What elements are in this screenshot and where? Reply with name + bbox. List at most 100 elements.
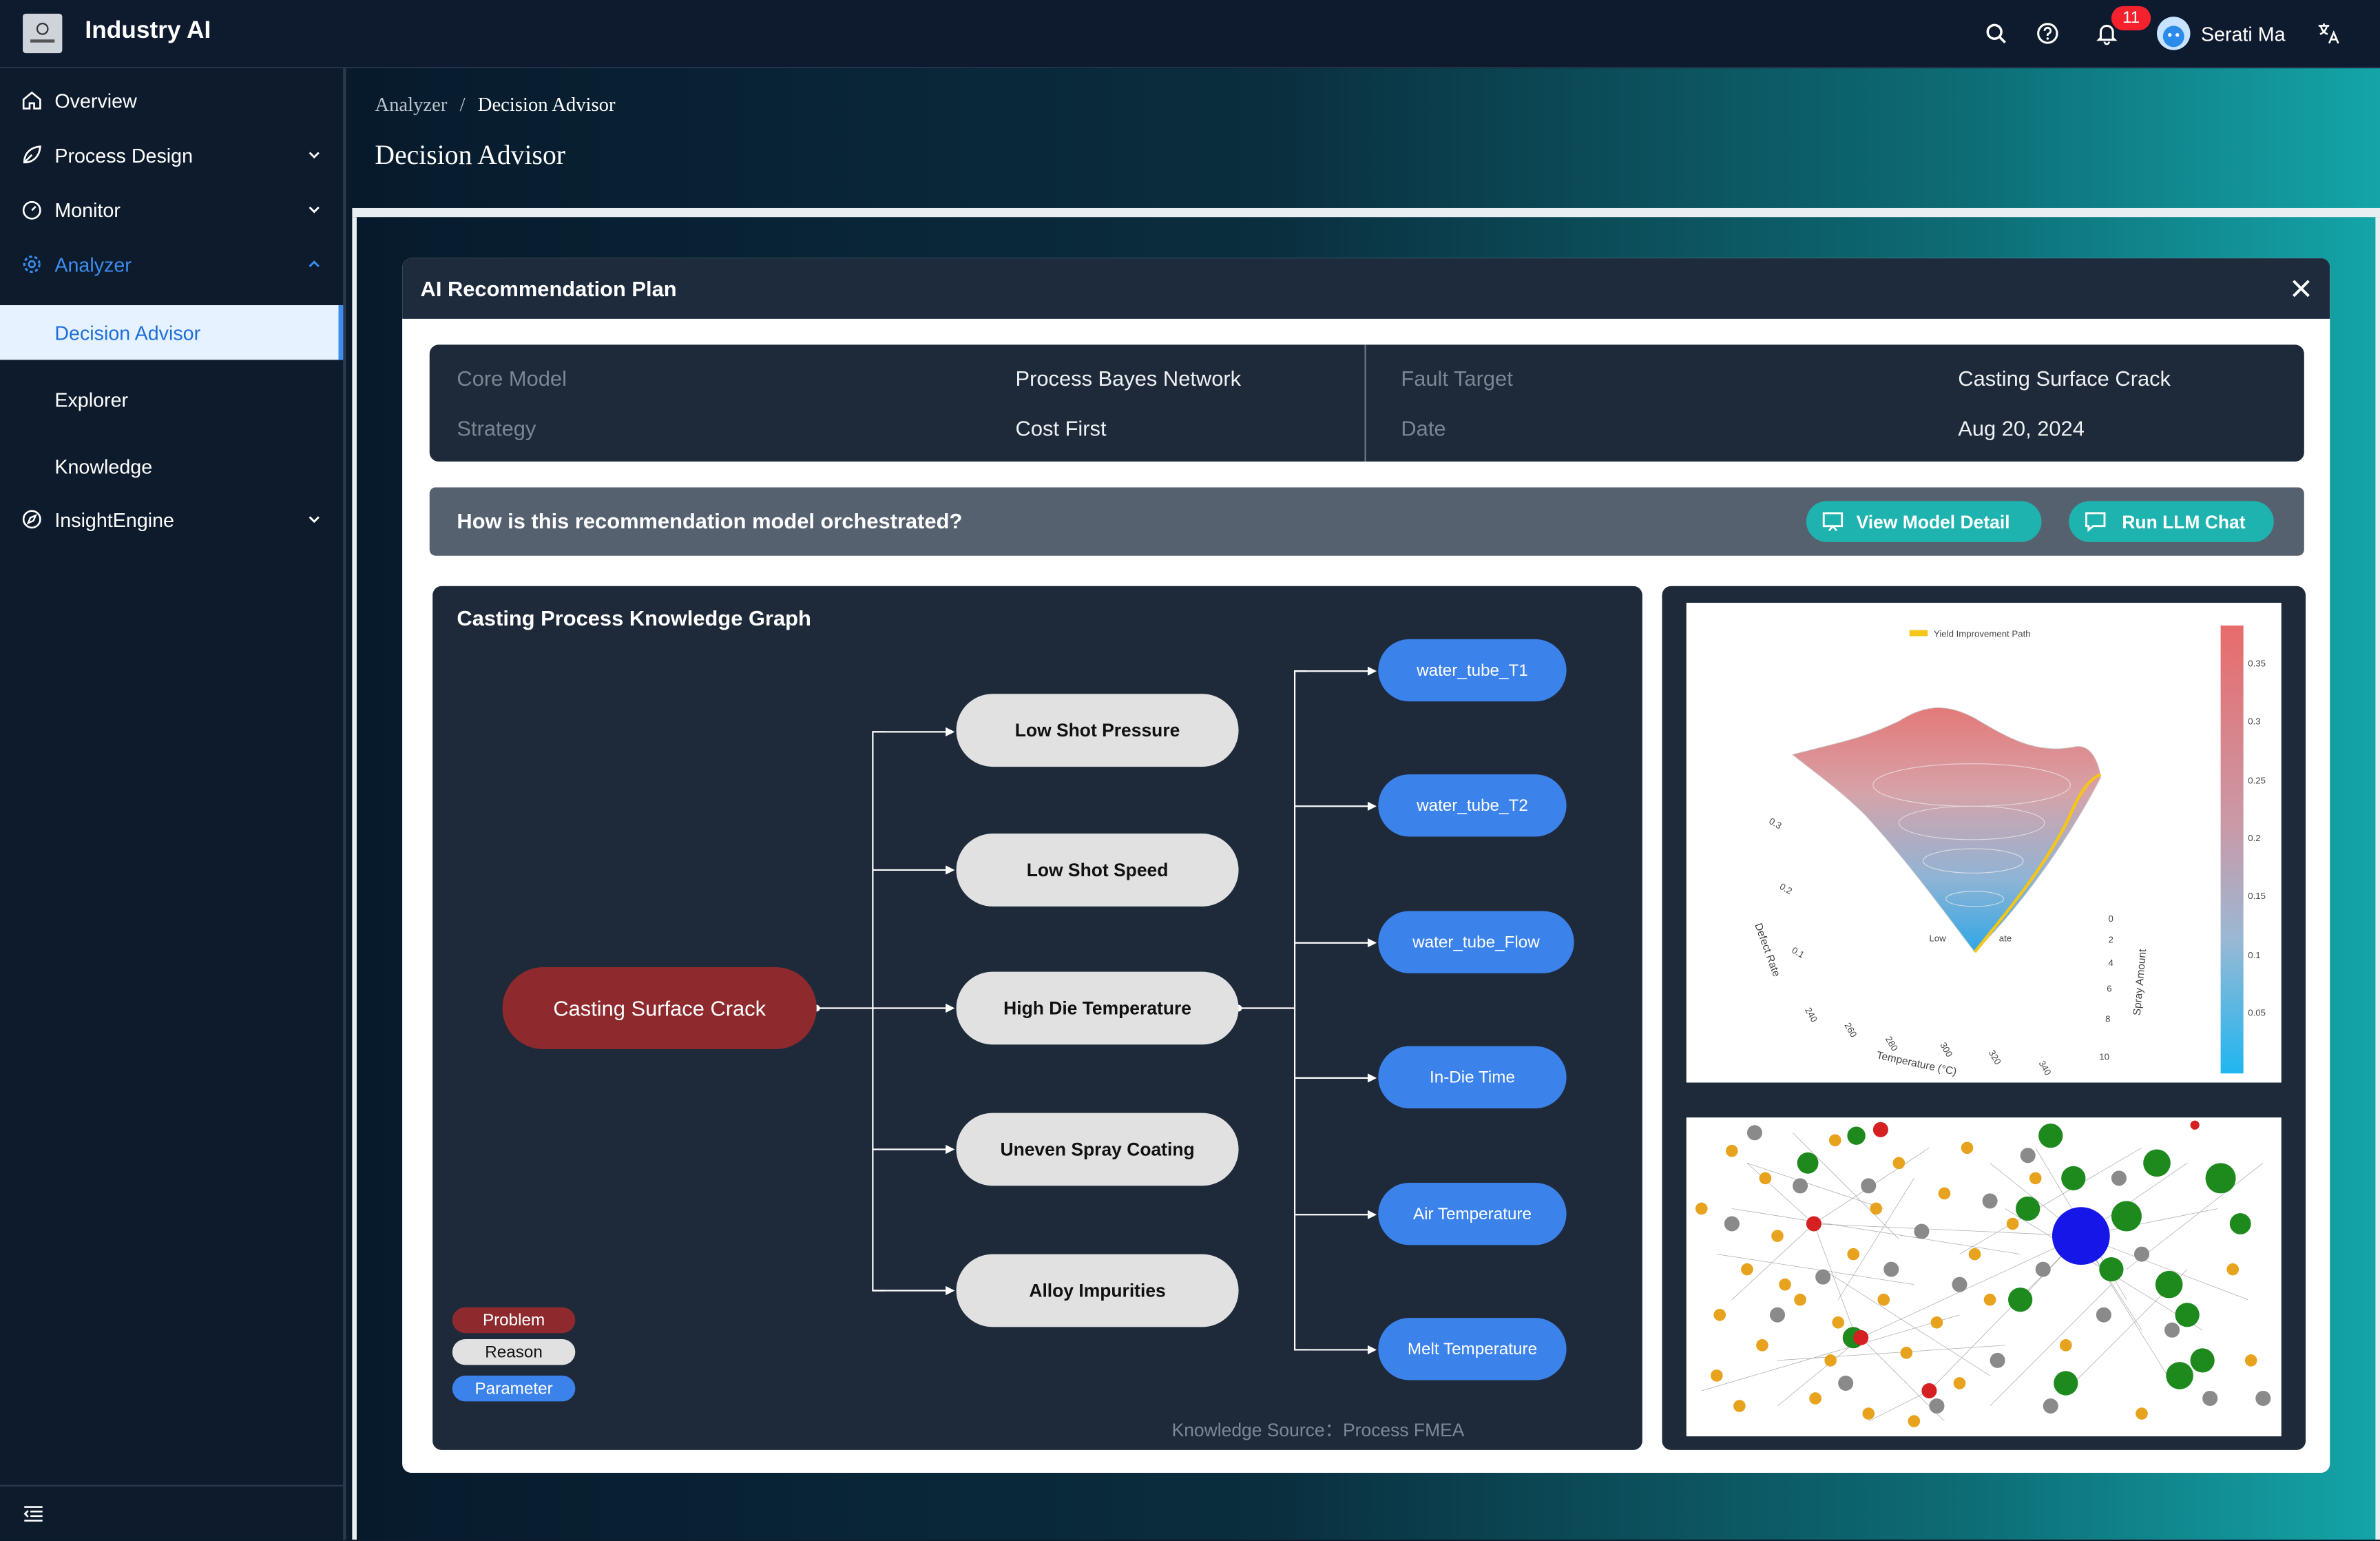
sidebar-subitem-label: Decision Advisor <box>54 322 201 345</box>
reason-node[interactable]: Uneven Spray Coating <box>956 1113 1239 1186</box>
recommendation-modal: AI Recommendation Plan Core Model Proces… <box>402 258 2330 1473</box>
chevron-up-icon <box>309 260 320 267</box>
y-tick: 6 <box>2107 983 2111 993</box>
reason-node[interactable]: Low Shot Pressure <box>956 694 1239 767</box>
x-tick: 280 <box>1883 1035 1900 1053</box>
question-text: How is this recommendation model orchest… <box>457 508 963 533</box>
sidebar-item-label: Analyzer <box>54 254 132 277</box>
sidebar-item-label: InsightEngine <box>54 508 174 532</box>
legend-parameter: Parameter <box>452 1375 576 1402</box>
fault-target-label: Fault Target <box>1401 366 1513 391</box>
z-tick: 0.2 <box>1778 881 1794 896</box>
surface-plot[interactable]: Yield Improvement Path 0.35 0.3 0.25 0.2… <box>1686 603 2282 1083</box>
view-model-detail-button[interactable]: View Model Detail <box>1806 501 2042 542</box>
sidebar-item-label: Overview <box>54 90 137 113</box>
y-tick: 0 <box>2108 913 2113 924</box>
date-label: Date <box>1401 415 1446 441</box>
surface-inner-label: Low <box>1929 933 1946 944</box>
x-tick: 300 <box>1938 1040 1954 1059</box>
reason-node[interactable]: High Die Temperature <box>956 971 1239 1045</box>
chat-icon <box>2085 512 2106 532</box>
colorbar-tick: 0.2 <box>2248 833 2260 843</box>
y-axis-label: Spray Amount <box>2131 948 2149 1016</box>
colorbar-tick: 0.3 <box>2248 716 2260 726</box>
app-title: Industry AI <box>85 18 211 44</box>
breadcrumb-separator: / <box>459 92 466 116</box>
surface-inner-label: ate <box>1999 933 2012 944</box>
y-tick: 10 <box>2099 1051 2109 1062</box>
reason-node[interactable]: Alloy Impurities <box>956 1254 1239 1327</box>
reason-node[interactable]: Low Shot Speed <box>956 834 1239 907</box>
colorbar-tick: 0.15 <box>2248 891 2266 901</box>
z-axis-label: Defect Rate <box>1752 922 1782 978</box>
z-tick: 0.1 <box>1790 945 1806 960</box>
x-tick: 260 <box>1842 1021 1859 1040</box>
run-llm-chat-button[interactable]: Run LLM Chat <box>2069 501 2274 542</box>
knowledge-source-note: Knowledge Source：Process FMEA <box>1171 1419 1465 1441</box>
sidebar-subitem-label: Knowledge <box>54 455 153 479</box>
sidebar-item-overview[interactable]: Overview <box>0 74 343 129</box>
dashboard-icon <box>22 200 41 220</box>
compass-icon <box>22 510 41 529</box>
sidebar-subitem-decision-advisor[interactable]: Decision Advisor <box>0 305 344 360</box>
view-model-detail-label: View Model Detail <box>1856 511 2010 533</box>
y-tick: 8 <box>2105 1013 2110 1024</box>
sidebar-subitem-explorer[interactable]: Explorer <box>0 372 343 426</box>
breadcrumb-parent[interactable]: Analyzer <box>375 92 447 115</box>
parameter-node[interactable]: Melt Temperature <box>1378 1318 1567 1380</box>
parameter-node[interactable]: water_tube_T1 <box>1378 639 1567 702</box>
collapse-menu-icon[interactable] <box>23 1503 44 1524</box>
sidebar: Overview Process Design Monitor Analyzer… <box>0 68 346 1540</box>
core-model-value: Process Bayes Network <box>1015 366 1242 391</box>
core-model-label: Core Model <box>457 366 567 391</box>
y-tick: 4 <box>2108 958 2113 968</box>
parameter-node[interactable]: water_tube_T2 <box>1378 774 1567 837</box>
knowledge-network-image[interactable] <box>1686 1117 2282 1437</box>
sidebar-footer <box>0 1485 344 1541</box>
presentation-icon <box>1822 512 1844 532</box>
surface-legend-label: Yield Improvement Path <box>1934 629 2031 639</box>
breadcrumb-current: Decision Advisor <box>477 92 616 116</box>
y-tick: 2 <box>2108 935 2113 945</box>
info-divider <box>1364 344 1366 462</box>
strategy-value: Cost First <box>1015 415 1107 441</box>
user-name[interactable]: Serati Ma <box>2201 23 2286 45</box>
surface-plot-canvas: Yield Improvement Path 0.35 0.3 0.25 0.2… <box>1752 625 2266 1078</box>
home-icon <box>22 91 41 110</box>
sidebar-item-insightengine[interactable]: InsightEngine <box>0 493 343 548</box>
run-llm-chat-label: Run LLM Chat <box>2122 511 2246 533</box>
sidebar-subitem-knowledge[interactable]: Knowledge <box>0 439 343 493</box>
colorbar-tick: 0.1 <box>2248 950 2260 960</box>
search-icon[interactable] <box>1984 21 2008 45</box>
z-tick: 0.3 <box>1767 816 1783 831</box>
sidebar-subitem-label: Explorer <box>54 389 129 412</box>
modal-header: AI Recommendation Plan <box>402 258 2330 319</box>
top-bar: Industry AI 11 Serati Ma <box>0 0 2380 69</box>
parameter-node[interactable]: Air Temperature <box>1378 1182 1567 1245</box>
problem-node[interactable]: Casting Surface Crack <box>502 967 817 1050</box>
fault-target-value: Casting Surface Crack <box>1958 366 2171 391</box>
parameter-node[interactable]: In-Die Time <box>1378 1046 1567 1108</box>
breadcrumb: Analyzer / Decision Advisor <box>375 92 615 116</box>
sidebar-item-process-design[interactable]: Process Design <box>0 129 343 183</box>
parameter-node[interactable]: water_tube_Flow <box>1378 911 1574 973</box>
legend-reason: Reason <box>452 1339 576 1365</box>
chevron-down-icon <box>309 206 320 214</box>
legend-problem: Problem <box>452 1307 576 1334</box>
leaf-icon <box>23 145 41 164</box>
charts-panel: Yield Improvement Path 0.35 0.3 0.25 0.2… <box>1662 586 2306 1450</box>
close-icon[interactable] <box>2290 278 2312 299</box>
help-icon[interactable] <box>2036 21 2060 45</box>
x-tick: 240 <box>1803 1006 1819 1024</box>
sidebar-item-monitor[interactable]: Monitor <box>0 184 343 238</box>
knowledge-graph-panel: Casting Process Knowledge Graph Casting … <box>432 586 1642 1450</box>
sidebar-item-analyzer[interactable]: Analyzer <box>0 238 343 293</box>
avatar[interactable] <box>2157 17 2191 50</box>
sidebar-item-label: Process Design <box>54 144 194 167</box>
translate-icon[interactable] <box>2316 21 2340 45</box>
colorbar-tick: 0.25 <box>2248 775 2266 785</box>
date-value: Aug 20, 2024 <box>1958 415 2085 441</box>
colorbar-tick: 0.05 <box>2248 1008 2266 1018</box>
header-divider <box>352 207 2380 218</box>
strategy-label: Strategy <box>457 415 536 441</box>
